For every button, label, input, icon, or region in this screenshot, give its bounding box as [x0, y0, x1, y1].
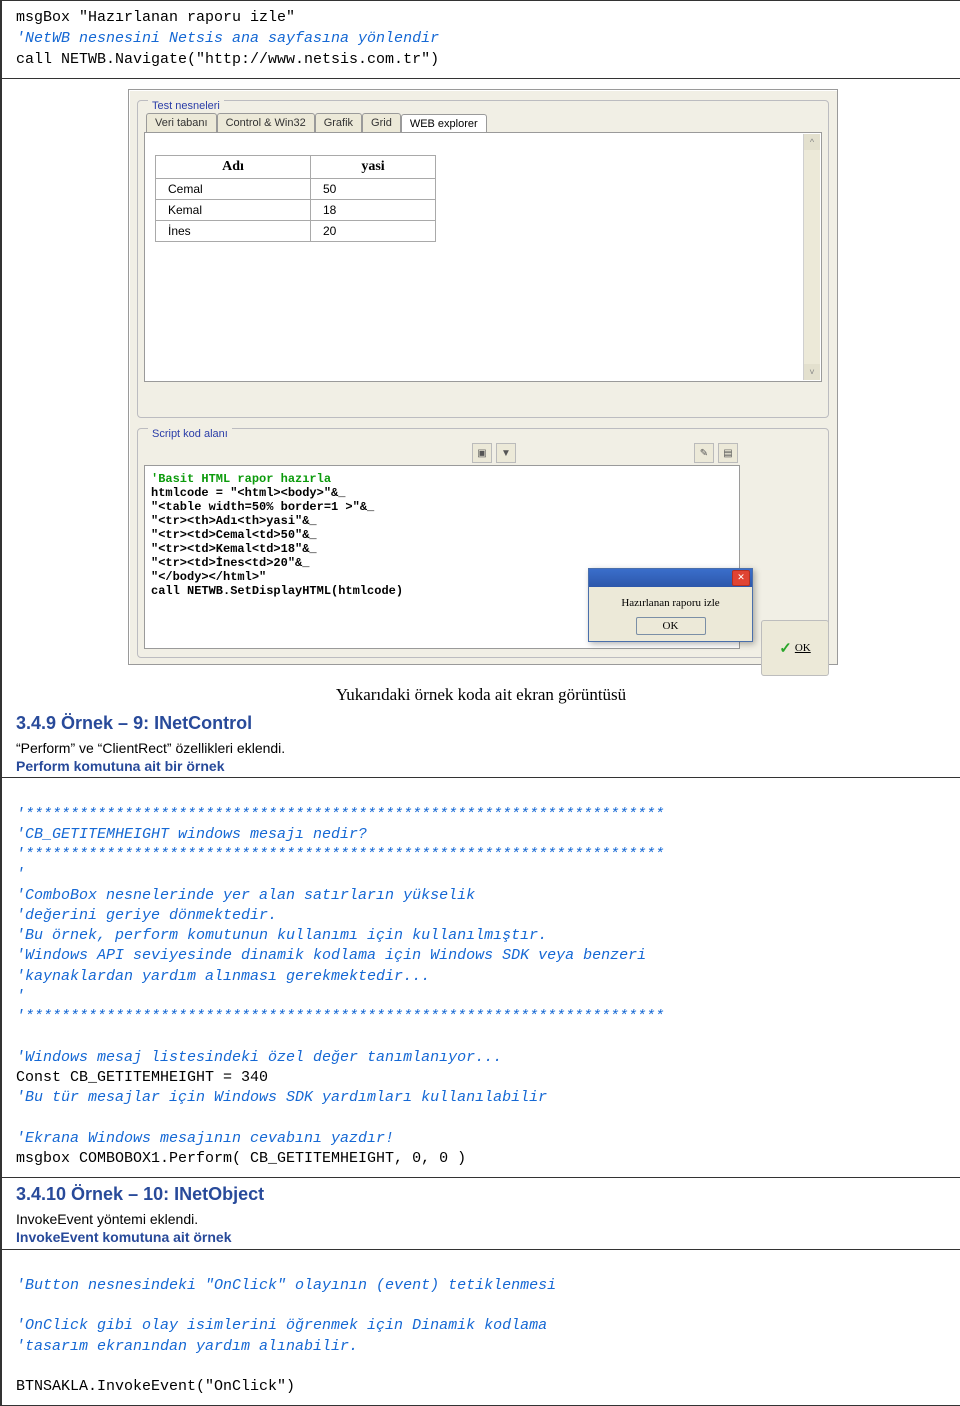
text: “Perform” ve “ClientRect” özellikleri ek… — [16, 740, 285, 756]
toolbar: ▣ ▼ ✎ ▤ — [144, 441, 740, 465]
example-link[interactable]: InvokeEvent komutuna ait örnek — [16, 1229, 232, 1245]
code-comment: 'Windows mesaj listesindeki özel değer t… — [16, 1049, 502, 1066]
toolbar-btn-icon[interactable]: ▤ — [718, 443, 738, 463]
col-header: yasi — [311, 156, 436, 179]
paragraph: InvokeEvent yöntemi eklendi. InvokeEvent… — [2, 1207, 960, 1248]
code-line: Const CB_GETITEMHEIGHT = 340 — [16, 1069, 268, 1086]
messagebox: ✕ Hazırlanan raporu izle OK — [588, 568, 753, 642]
toolbar-btn-icon[interactable]: ✎ — [694, 443, 714, 463]
figure-caption: Yukarıdaki örnek koda ait ekran görüntüs… — [2, 685, 960, 705]
cell: 20 — [311, 221, 436, 242]
tab-content: Adı yasi Cemal 50 Kemal 18 İnes — [144, 132, 822, 382]
scroll-up-arrow-icon[interactable]: ^ — [804, 134, 820, 150]
code-line: "<tr><th>Adı<th>yasi"&_ — [151, 514, 733, 528]
data-table: Adı yasi Cemal 50 Kemal 18 İnes — [155, 155, 436, 242]
messagebox-ok-button[interactable]: OK — [636, 617, 706, 635]
code-comment: 'Bu örnek, perform komutunun kullanımı i… — [16, 927, 547, 944]
code-comment: 'Windows API seviyesinde dinamik kodlama… — [16, 947, 646, 964]
code-comment: 'Bu tür mesajlar için Windows SDK yardım… — [16, 1089, 547, 1106]
code-line: htmlcode = "<html><body>"&_ — [151, 486, 733, 500]
toolbar-btn-icon[interactable]: ▣ — [472, 443, 492, 463]
cell: 50 — [311, 179, 436, 200]
code-line: msgBox "Hazırlanan raporu izle" — [16, 7, 950, 28]
code-comment: '***************************************… — [16, 1008, 664, 1025]
tab-grid[interactable]: Grid — [362, 113, 401, 132]
paragraph: “Perform” ve “ClientRect” özellikleri ek… — [2, 736, 960, 777]
code-comment: ' — [16, 866, 25, 883]
messagebox-titlebar[interactable]: ✕ — [589, 569, 752, 587]
code-comment: 'CB_GETITEMHEIGHT windows mesajı nedir? — [16, 826, 367, 843]
code-line: "<tr><td>Cemal<td>50"&_ — [151, 528, 733, 542]
table-row: Cemal 50 — [156, 179, 436, 200]
groupbox-title: Test nesneleri — [148, 100, 224, 112]
section-heading-10: 3.4.10 Örnek – 10: INetObject — [2, 1178, 960, 1207]
cell: 18 — [311, 200, 436, 221]
code-comment: 'tasarım ekranından yardım alınabilir. — [16, 1338, 358, 1355]
cell: İnes — [156, 221, 311, 242]
col-header: Adı — [156, 156, 311, 179]
groupbox-title: Script kod alanı — [148, 428, 232, 440]
messagebox-text: Hazırlanan raporu izle — [597, 597, 744, 609]
tab-veritabani[interactable]: Veri tabanı — [146, 113, 217, 132]
close-icon[interactable]: ✕ — [732, 570, 750, 586]
section-heading-9: 3.4.9 Örnek – 9: INetControl — [2, 707, 960, 736]
toolbar-btn-icon[interactable]: ▼ — [496, 443, 516, 463]
cell: Cemal — [156, 179, 311, 200]
code-comment: 'Ekrana Windows mesajının cevabını yazdı… — [16, 1130, 394, 1147]
app-window: Test nesneleri Veri tabanı Control & Win… — [128, 89, 838, 665]
tab-web-explorer[interactable]: WEB explorer — [401, 114, 487, 133]
code-comment: 'NetWB nesnesini Netsis ana sayfasına yö… — [16, 28, 950, 49]
vertical-scrollbar[interactable]: ^ ˅ — [803, 134, 820, 380]
code-block-2: 'Button nesnesindeki "OnClick" olayının … — [2, 1250, 960, 1406]
ok-panel-button[interactable]: ✓ OK — [761, 620, 829, 676]
code-line: "<tr><td>Kemal<td>18"&_ — [151, 542, 733, 556]
code-comment: 'kaynaklardan yardım alınması gerekmekte… — [16, 968, 430, 985]
top-code-snippet: msgBox "Hazırlanan raporu izle" 'NetWB n… — [2, 1, 960, 78]
text: InvokeEvent yöntemi eklendi. — [16, 1211, 198, 1227]
groupbox-test-nesneleri: Test nesneleri Veri tabanı Control & Win… — [137, 100, 829, 418]
code-comment: '***************************************… — [16, 846, 664, 863]
code-comment: 'Basit HTML rapor hazırla — [151, 472, 733, 486]
code-comment: '***************************************… — [16, 806, 664, 823]
code-comment: 'Button nesnesindeki "OnClick" olayının … — [16, 1277, 556, 1294]
code-comment: ' — [16, 988, 25, 1005]
ok-label: OK — [795, 642, 811, 654]
code-comment: 'OnClick gibi olay isimlerini öğrenmek i… — [16, 1317, 547, 1334]
check-icon: ✓ — [779, 639, 792, 658]
code-line: msgbox COMBOBOX1.Perform( CB_GETITEMHEIG… — [16, 1150, 466, 1167]
code-comment: 'değerini geriye dönmektedir. — [16, 907, 277, 924]
tab-control-win32[interactable]: Control & Win32 — [217, 113, 315, 132]
example-link[interactable]: Perform komutuna ait bir örnek — [16, 758, 224, 774]
code-block-1: '***************************************… — [2, 778, 960, 1177]
code-line: "<table width=50% border=1 >"&_ — [151, 500, 733, 514]
tab-grafik[interactable]: Grafik — [315, 113, 362, 132]
table-row: Kemal 18 — [156, 200, 436, 221]
table-row: İnes 20 — [156, 221, 436, 242]
code-line: call NETWB.Navigate("http://www.netsis.c… — [16, 49, 950, 70]
tabstrip: Veri tabanı Control & Win32 Grafik Grid … — [146, 113, 822, 132]
cell: Kemal — [156, 200, 311, 221]
scroll-down-arrow-icon[interactable]: ˅ — [804, 364, 820, 380]
code-comment: 'ComboBox nesnelerinde yer alan satırlar… — [16, 887, 475, 904]
